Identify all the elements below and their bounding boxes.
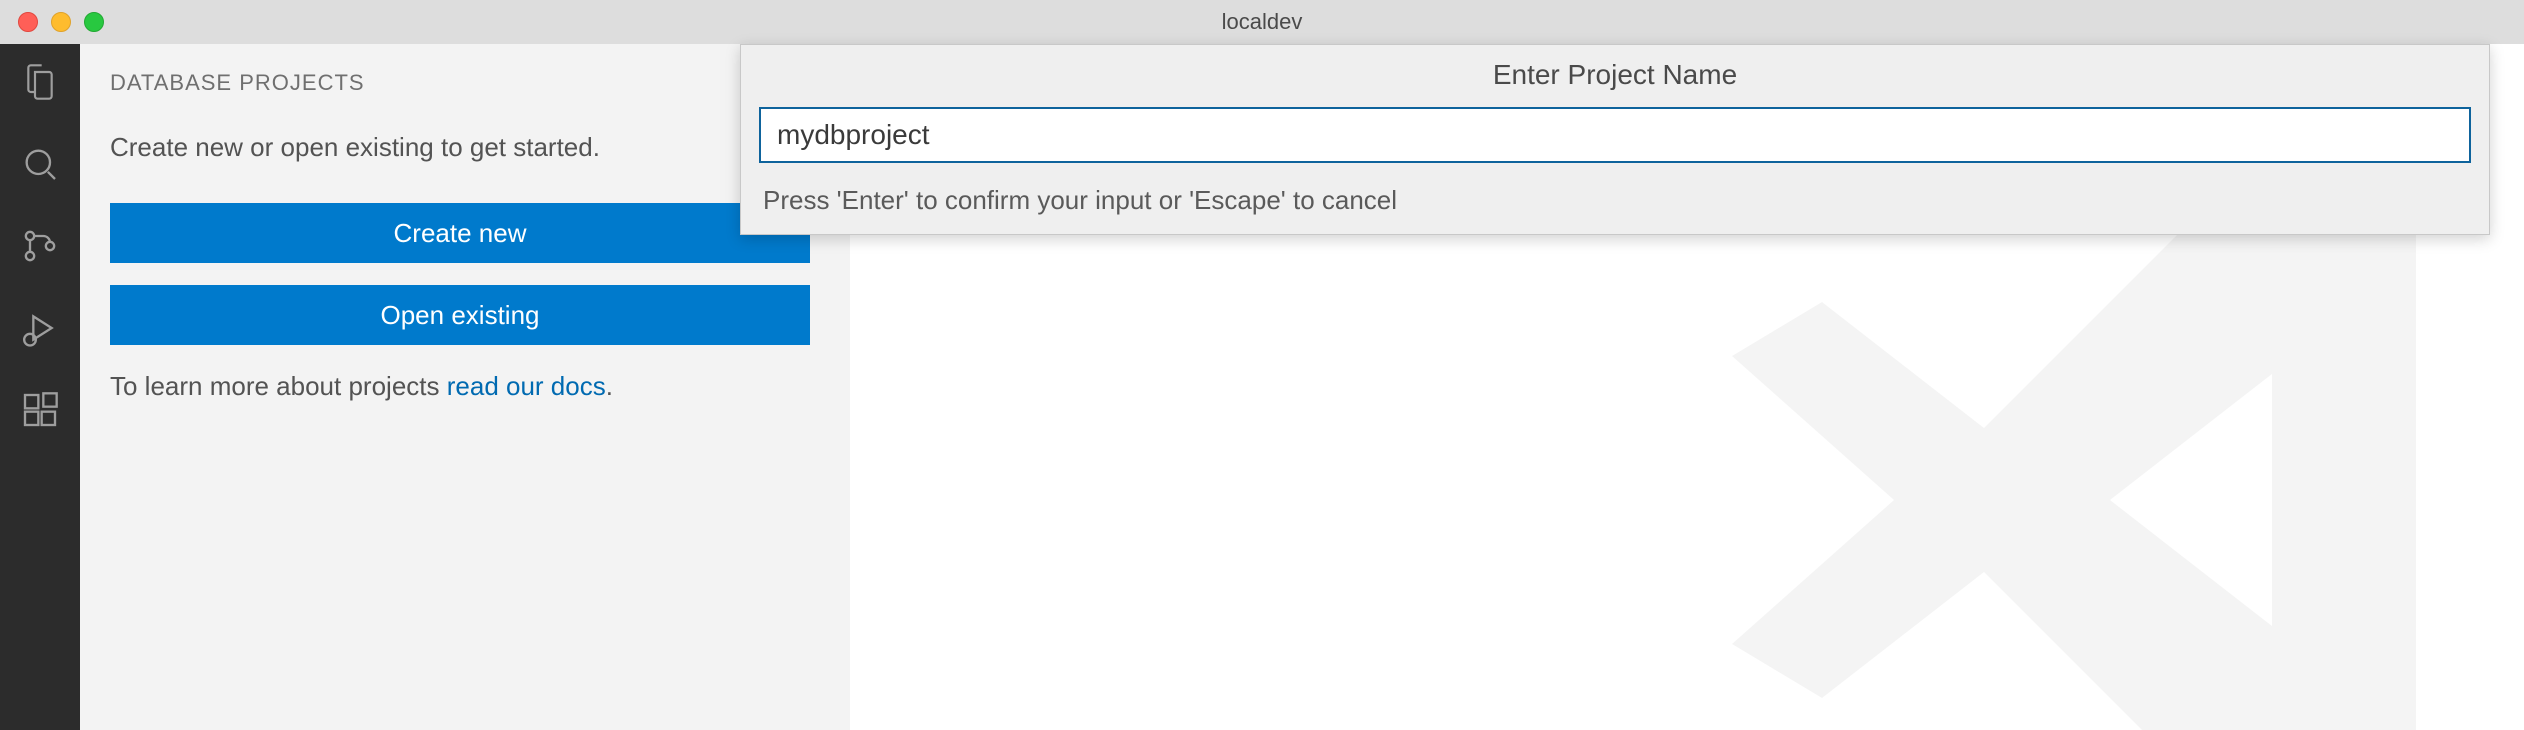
source-control-icon[interactable] (20, 226, 60, 266)
explorer-icon[interactable] (20, 62, 60, 102)
read-docs-link[interactable]: read our docs (447, 371, 606, 401)
quick-input-title: Enter Project Name (741, 45, 2489, 107)
window-controls (0, 12, 104, 32)
search-icon[interactable] (20, 144, 60, 184)
learn-more-text: To learn more about projects read our do… (110, 367, 820, 406)
create-new-button[interactable]: Create new (110, 203, 810, 263)
window-zoom-button[interactable] (84, 12, 104, 32)
quick-input-wrap (741, 107, 2489, 171)
sidebar-header: DATABASE PROJECTS (80, 44, 850, 98)
sidebar: DATABASE PROJECTS Create new or open exi… (80, 44, 850, 730)
project-name-input[interactable] (759, 107, 2471, 163)
titlebar: localdev (0, 0, 2524, 44)
open-existing-button[interactable]: Open existing (110, 285, 810, 345)
quick-input-hint: Press 'Enter' to confirm your input or '… (741, 171, 2489, 234)
run-debug-icon[interactable] (20, 308, 60, 348)
intro-text: Create new or open existing to get start… (110, 128, 820, 167)
sidebar-body: Create new or open existing to get start… (80, 98, 850, 406)
sidebar-title: DATABASE PROJECTS (110, 70, 365, 96)
window-title: localdev (1222, 9, 1303, 35)
activity-bar (0, 44, 80, 730)
window-minimize-button[interactable] (51, 12, 71, 32)
quick-input-panel: Enter Project Name Press 'Enter' to conf… (740, 44, 2490, 235)
learn-prefix: To learn more about projects (110, 371, 447, 401)
learn-suffix: . (606, 371, 613, 401)
window-close-button[interactable] (18, 12, 38, 32)
extensions-icon[interactable] (20, 390, 60, 430)
